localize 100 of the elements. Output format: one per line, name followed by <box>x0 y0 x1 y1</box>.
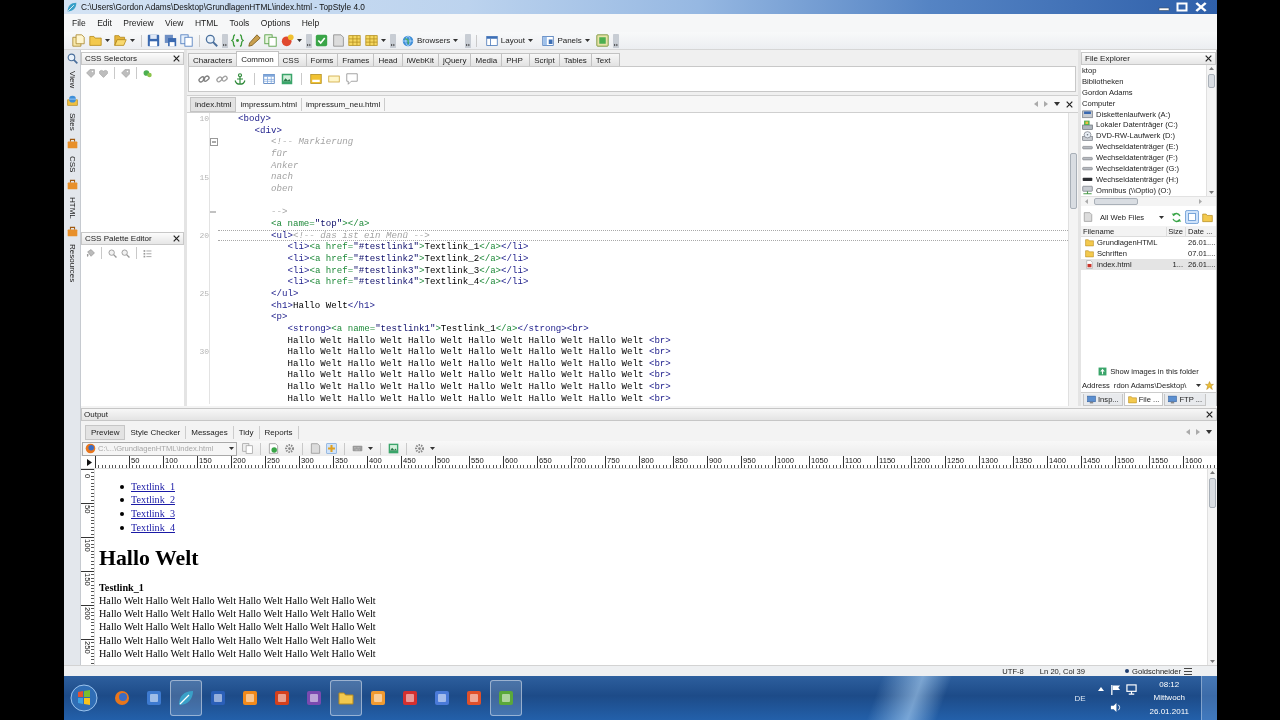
maximize-icon[interactable] <box>1176 2 1188 12</box>
tab[interactable]: Common <box>236 51 279 66</box>
clock-date[interactable]: 26.01.2011 <box>1149 704 1189 719</box>
tag-icon[interactable] <box>86 68 95 78</box>
gear-icon[interactable] <box>284 443 295 454</box>
tab[interactable]: Head <box>373 53 403 66</box>
toolbar-grip-icon[interactable] <box>464 33 471 48</box>
arrow-right-icon[interactable] <box>1044 101 1048 107</box>
link[interactable]: Textlink_3 <box>131 508 175 520</box>
search-icon[interactable] <box>205 34 218 47</box>
pencil-icon[interactable] <box>247 34 261 47</box>
tag-icon[interactable] <box>121 68 130 78</box>
tab[interactable]: Text <box>590 53 620 66</box>
toolbar-grip-icon[interactable] <box>305 33 312 48</box>
close-icon[interactable] <box>1205 55 1212 62</box>
arrow-right-icon[interactable] <box>1199 199 1202 204</box>
scrollbar[interactable] <box>1207 469 1217 665</box>
scrollbar-thumb[interactable] <box>1209 478 1216 508</box>
language-indicator[interactable]: DE <box>1074 693 1086 703</box>
pages-icon[interactable] <box>242 443 253 454</box>
gear-icon[interactable] <box>414 443 425 454</box>
close-icon[interactable] <box>1206 411 1213 418</box>
menu-item[interactable]: Options <box>260 18 291 28</box>
picture-icon[interactable] <box>388 443 399 454</box>
arrow-down-icon[interactable] <box>1210 660 1215 663</box>
search-icon[interactable] <box>108 248 117 258</box>
tab[interactable]: Preview <box>85 424 126 440</box>
tab[interactable]: Tables <box>558 53 592 66</box>
menu-item[interactable]: Tools <box>229 18 250 28</box>
arrow-down-icon[interactable] <box>1209 191 1214 194</box>
side-tab[interactable]: CSS <box>67 156 77 173</box>
clock-time[interactable]: 08:12 <box>1159 677 1180 692</box>
anchor-icon[interactable] <box>234 73 246 85</box>
chain-icon[interactable] <box>198 73 210 85</box>
lines-icon[interactable] <box>1184 667 1192 675</box>
arrow-left-icon[interactable] <box>1186 429 1190 435</box>
tab[interactable]: jQuery <box>437 53 472 66</box>
pages-icon[interactable] <box>264 34 277 47</box>
toolbar-grip-icon[interactable] <box>389 33 396 48</box>
link[interactable]: Textlink_4 <box>131 521 175 534</box>
scrollbar-thumb[interactable] <box>1094 198 1138 205</box>
side-tab[interactable]: Resources <box>67 244 77 283</box>
caret-icon[interactable] <box>1206 430 1212 434</box>
list-icon[interactable] <box>143 248 152 258</box>
bucket-icon[interactable] <box>86 248 95 258</box>
briefcase-icon[interactable] <box>66 138 78 149</box>
search-icon[interactable] <box>121 248 130 258</box>
braces-icon[interactable] <box>231 34 244 47</box>
arrow-up-icon[interactable] <box>1209 67 1214 70</box>
scrollbar[interactable] <box>1068 113 1078 406</box>
floppy-icon[interactable] <box>147 34 160 47</box>
menu-item[interactable]: File <box>72 18 86 28</box>
tab[interactable]: Reports <box>259 425 299 439</box>
picture-icon[interactable] <box>281 73 293 85</box>
scrollbar-thumb[interactable] <box>1208 74 1215 88</box>
tile-icon[interactable] <box>1185 210 1199 224</box>
scrollbar[interactable] <box>1206 65 1216 196</box>
caret-icon[interactable] <box>105 39 110 42</box>
tab[interactable]: Frames <box>337 53 375 66</box>
toolbar-grip-icon[interactable] <box>612 33 619 48</box>
menu-item[interactable]: HTML <box>194 18 218 28</box>
toolbar-grip-icon[interactable] <box>221 33 228 48</box>
clock-day[interactable]: Mittwoch <box>1153 691 1186 705</box>
close-icon[interactable] <box>173 235 180 242</box>
caret-icon[interactable] <box>297 39 302 42</box>
tab[interactable]: CSS <box>277 53 307 66</box>
tab[interactable]: Media <box>470 53 503 66</box>
side-tab[interactable]: HTML <box>67 197 77 220</box>
tab[interactable]: PHP <box>501 53 531 66</box>
grid-icon[interactable] <box>348 34 361 47</box>
arrow-left-icon[interactable] <box>1085 199 1088 204</box>
document-tab[interactable]: impressum_neu.html <box>301 97 386 111</box>
field-icon[interactable] <box>328 73 340 85</box>
caret-icon[interactable] <box>381 39 386 42</box>
pages-icon[interactable] <box>180 34 193 47</box>
page-icon[interactable] <box>310 443 321 454</box>
floppy-stack-icon[interactable] <box>163 34 177 47</box>
document-tab[interactable]: index.html <box>190 96 237 112</box>
ball-icon[interactable] <box>280 34 294 47</box>
taskbar-button[interactable] <box>490 680 522 716</box>
side-tab[interactable]: Sites <box>67 113 77 131</box>
search-icon[interactable] <box>66 53 78 64</box>
taskbar-button[interactable] <box>330 680 362 716</box>
menu-item[interactable]: View <box>165 18 184 28</box>
form-icon[interactable] <box>310 73 322 85</box>
menu-item[interactable]: Edit <box>97 18 112 28</box>
monitor-icon[interactable] <box>1126 683 1138 695</box>
chevron-up-icon[interactable] <box>1097 687 1104 691</box>
arrow-left-icon[interactable] <box>1034 101 1038 107</box>
caret-icon[interactable] <box>1054 102 1060 106</box>
circles-icon[interactable] <box>143 68 152 78</box>
menu-item[interactable]: Help <box>301 18 320 28</box>
menu-item[interactable]: Preview <box>123 18 154 28</box>
briefcase-icon[interactable] <box>66 226 78 238</box>
toolbar-menu-button[interactable]: Layout <box>482 33 536 48</box>
keyboard-icon[interactable] <box>352 443 363 454</box>
link[interactable]: Textlink_1 <box>131 480 175 493</box>
tab[interactable]: Style Checker <box>125 425 187 439</box>
scrollbar-thumb[interactable] <box>1070 153 1077 209</box>
heart-tag-icon[interactable] <box>99 68 108 78</box>
